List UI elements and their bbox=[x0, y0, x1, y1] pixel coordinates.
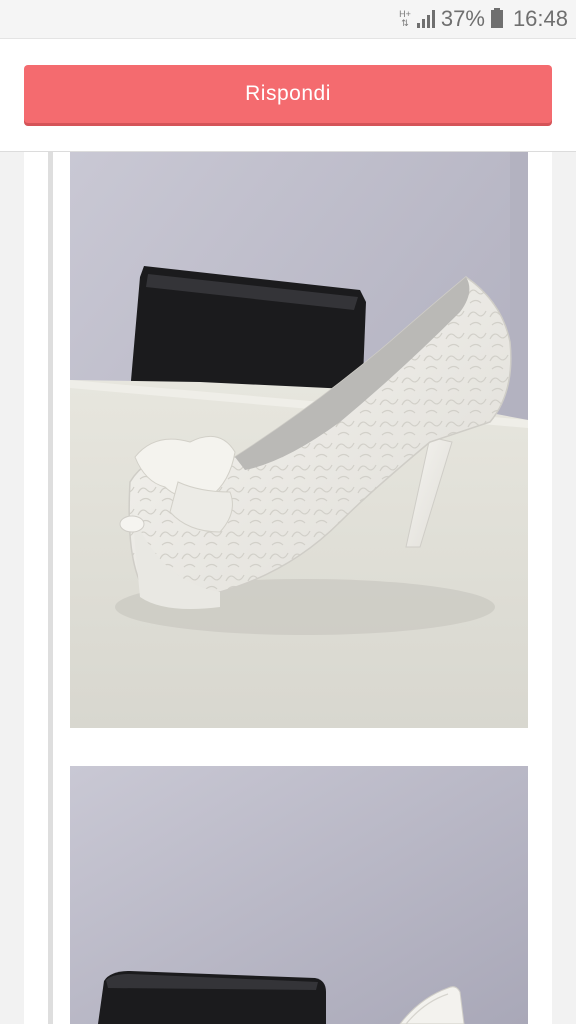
battery-icon bbox=[490, 8, 503, 28]
thread-indent-rail bbox=[48, 152, 53, 1024]
signal-icon bbox=[416, 10, 435, 28]
battery-percent: 37% bbox=[440, 6, 485, 31]
post-content bbox=[24, 152, 552, 1024]
reply-button[interactable]: Rispondi bbox=[24, 65, 552, 123]
clock: 16:48 bbox=[512, 6, 568, 31]
status-bar: H+ ⇅ 37% 16:48 bbox=[0, 0, 576, 38]
reply-header: Rispondi bbox=[0, 38, 576, 152]
white-lace-heel-image bbox=[70, 152, 528, 728]
attached-photo[interactable] bbox=[70, 766, 528, 1024]
network-type-label: H+ bbox=[399, 9, 411, 19]
network-type-indicator: H+ ⇅ bbox=[399, 9, 411, 28]
attached-photo[interactable] bbox=[70, 152, 528, 728]
white-lace-heel-image bbox=[70, 766, 528, 1024]
